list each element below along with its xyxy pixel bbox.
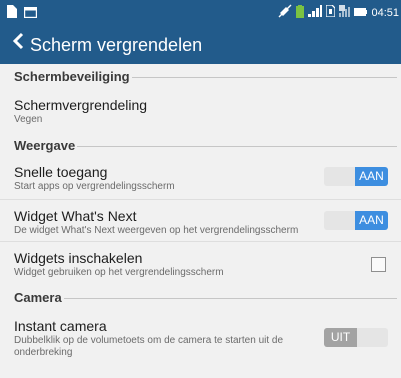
quick-access-toggle[interactable]: AAN [324,167,388,186]
setting-subtitle: Vegen [14,114,43,125]
setting-subtitle: De widget What's Next weergeven op het v… [14,225,299,236]
app-bar: Scherm vergrendelen [0,24,401,64]
setting-title: Widgets inschakelen [14,250,143,266]
category-camera: Camera [0,285,401,310]
sim-icon [325,4,337,20]
back-icon[interactable] [12,32,24,55]
widgets-checkbox[interactable] [371,257,386,272]
setting-title: Instant camera [14,318,107,334]
message-notification-icon [23,5,38,23]
setting-title: Schermvergrendeling [14,97,148,113]
signal-icon [308,5,323,20]
mute-icon [278,4,292,21]
battery-saver-icon [296,4,305,21]
document-notification-icon [7,5,17,23]
whats-next-toggle[interactable]: AAN [324,211,388,230]
setting-title: Widget What's Next [14,208,137,224]
setting-whats-next[interactable]: Widget What's Next De widget What's Next… [0,200,401,242]
setting-screen-lock[interactable]: Schermvergrendeling Vegen [0,89,401,133]
setting-widgets[interactable]: Widgets inschakelen Widget gebruiken op … [0,242,401,285]
page-title: Scherm vergrendelen [30,35,203,55]
clock: 04:51 [371,6,399,19]
category-schermbeveiliging: Schermbeveiliging [0,64,401,89]
setting-title: Snelle toegang [14,164,108,180]
signal-2-icon [339,5,351,20]
setting-subtitle: Dubbelklik op de volumetoets om de camer… [14,335,284,358]
status-bar: 04:51 [0,0,401,24]
setting-quick-access[interactable]: Snelle toegang Start apps op vergrendeli… [0,158,401,200]
setting-subtitle: Widget gebruiken op het vergrendelingssc… [14,267,224,278]
setting-instant-camera[interactable]: Instant camera Dubbelklik op de volumeto… [0,310,401,366]
settings-list: Schermbeveiliging Schermvergrendeling Ve… [0,64,401,378]
setting-subtitle: Start apps op vergrendelingsscherm [14,181,175,192]
battery-icon [354,7,368,19]
instant-camera-toggle[interactable]: UIT [324,328,388,347]
category-weergave: Weergave [0,133,401,158]
